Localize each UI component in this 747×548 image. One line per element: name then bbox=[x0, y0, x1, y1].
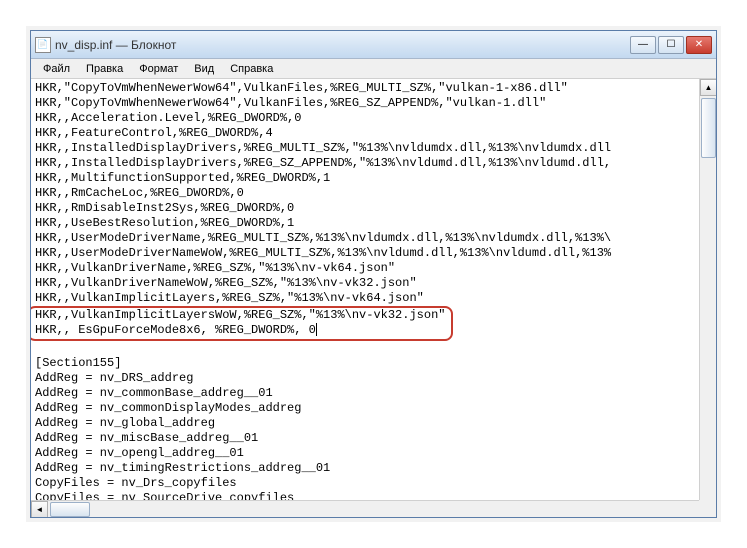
highlight-line-2: HKR,, EsGpuForceMode8x6, %REG_DWORD%, 0 bbox=[35, 323, 316, 337]
vertical-scrollbar[interactable]: ▲ bbox=[699, 79, 716, 500]
highlighted-region: HKR,,VulkanImplicitLayersWoW,%REG_SZ%,"%… bbox=[31, 306, 453, 341]
vertical-scroll-thumb[interactable] bbox=[701, 98, 716, 158]
maximize-button[interactable]: ☐ bbox=[658, 36, 684, 54]
menu-view[interactable]: Вид bbox=[186, 61, 222, 77]
text-cursor bbox=[316, 323, 317, 336]
horizontal-scroll-thumb[interactable] bbox=[50, 502, 90, 517]
menu-edit[interactable]: Правка bbox=[78, 61, 131, 77]
menubar: Файл Правка Формат Вид Справка bbox=[31, 59, 716, 79]
window-title: nv_disp.inf — Блокнот bbox=[55, 38, 630, 52]
scrollbar-corner bbox=[699, 500, 716, 517]
scroll-left-button[interactable]: ◄ bbox=[31, 501, 48, 518]
menu-help[interactable]: Справка bbox=[222, 61, 281, 77]
highlight-line-1: HKR,,VulkanImplicitLayersWoW,%REG_SZ%,"%… bbox=[35, 308, 445, 322]
menu-format[interactable]: Формат bbox=[131, 61, 186, 77]
horizontal-scrollbar[interactable]: ◄ bbox=[31, 500, 699, 517]
close-button[interactable]: ✕ bbox=[686, 36, 712, 54]
content-area: HKR,"CopyToVmWhenNewerWow64",VulkanFiles… bbox=[31, 79, 716, 517]
titlebar[interactable]: 📄 nv_disp.inf — Блокнот — ☐ ✕ bbox=[31, 31, 716, 59]
menu-file[interactable]: Файл bbox=[35, 61, 78, 77]
scroll-up-button[interactable]: ▲ bbox=[700, 79, 716, 96]
text-editor[interactable]: HKR,"CopyToVmWhenNewerWow64",VulkanFiles… bbox=[31, 79, 716, 517]
notepad-window: 📄 nv_disp.inf — Блокнот — ☐ ✕ Файл Правк… bbox=[30, 30, 717, 518]
minimize-button[interactable]: — bbox=[630, 36, 656, 54]
app-icon: 📄 bbox=[35, 37, 51, 53]
window-controls: — ☐ ✕ bbox=[630, 36, 712, 54]
